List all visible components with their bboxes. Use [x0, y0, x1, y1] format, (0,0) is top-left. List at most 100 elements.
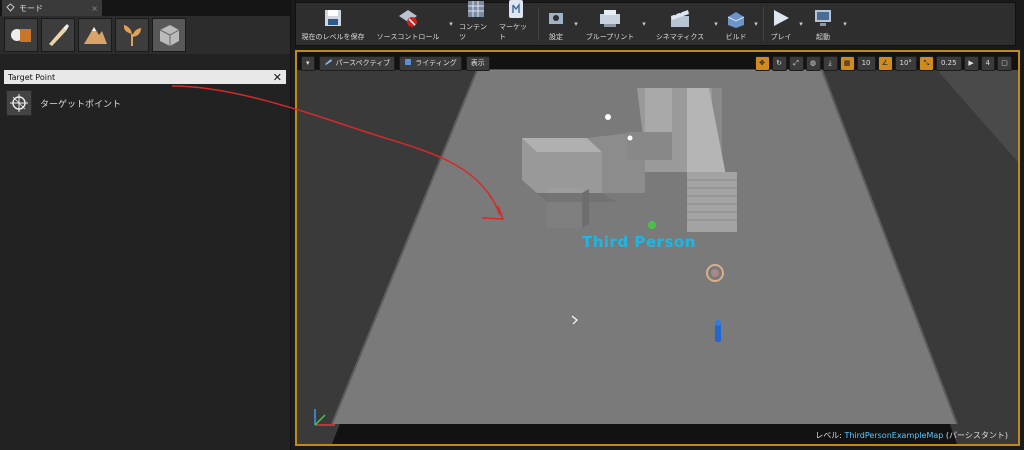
cinematics-button[interactable]: シネマティクス — [649, 3, 711, 45]
angle-icon: ∠ — [881, 59, 889, 67]
coordinate-system-button[interactable]: ◍ — [805, 55, 821, 71]
scale-snap-icon: ⤡ — [923, 58, 930, 67]
blueprint-label: ブループリント — [585, 33, 635, 41]
surface-snap-button[interactable]: ⤓ — [822, 55, 838, 71]
content-icon — [465, 0, 487, 19]
level-suffix: (パーシスタント) — [945, 431, 1008, 440]
main-toolbar: 現在のレベルを保存 ソースコントロール ▾ コンテンツ マーケット 設定 ▾ ブ… — [295, 0, 1016, 46]
grid-snap-value[interactable]: 10 — [856, 55, 876, 71]
source-control-button[interactable]: ソースコントロール — [370, 3, 446, 45]
grid-snap-toggle[interactable]: ▦ — [839, 55, 855, 71]
scale-snap-value[interactable]: 0.25 — [935, 55, 962, 71]
save-icon — [322, 7, 344, 29]
search-input[interactable]: Target Point — [8, 73, 273, 82]
modes-panel: モード × Target Point ✕ ターゲットポイント — [0, 0, 291, 450]
paint-mode-icon — [49, 24, 69, 46]
play-button[interactable]: プレイ — [766, 3, 796, 45]
list-item-label: ターゲットポイント — [40, 99, 122, 110]
source-control-label: ソースコントロール — [376, 33, 440, 41]
cinematics-dropdown[interactable]: ▾ — [711, 3, 721, 45]
viewport-right-toolbar: ✥ ↻ ⤢ ◍ ⤓ ▦ 10 ∠ 10° ⤡ 0.25 ▶ 4 ▢ — [754, 55, 1012, 71]
settings-label: 設定 — [549, 33, 563, 41]
launch-dropdown[interactable]: ▾ — [840, 3, 850, 45]
maximize-icon: ▢ — [1001, 59, 1008, 67]
scale-snap-toggle[interactable]: ⤡ — [918, 55, 934, 71]
rotation-snap-value[interactable]: 10° — [894, 55, 917, 71]
place-mode-icon — [11, 29, 31, 42]
maximize-viewport-button[interactable]: ▢ — [997, 55, 1012, 71]
camera-speed-button[interactable]: ▶ — [963, 55, 979, 71]
perspective-button[interactable]: パースペクティブ — [318, 55, 396, 71]
place-mode-button[interactable] — [4, 18, 38, 52]
modes-tab-icon — [6, 2, 15, 14]
build-icon — [725, 7, 747, 29]
scene-third-person-text: Third Person — [582, 233, 696, 251]
foliage-mode-icon — [123, 25, 141, 46]
settings-icon — [545, 7, 567, 29]
perspective-label: パースペクティブ — [335, 59, 391, 67]
marketplace-icon — [505, 0, 527, 19]
level-editor: 現在のレベルを保存 ソースコントロール ▾ コンテンツ マーケット 設定 ▾ ブ… — [293, 0, 1024, 450]
perspective-icon — [324, 58, 333, 68]
foliage-mode-button[interactable] — [115, 18, 149, 52]
build-dropdown[interactable]: ▾ — [751, 3, 761, 45]
grid-icon: ▦ — [843, 59, 851, 67]
rotation-snap-toggle[interactable]: ∠ — [877, 55, 893, 71]
rotate-icon: ↻ — [776, 59, 783, 67]
surface-snap-icon: ⤓ — [828, 58, 832, 67]
search-field[interactable]: Target Point ✕ — [4, 70, 286, 84]
modes-tab[interactable]: モード × — [2, 0, 102, 16]
move-icon: ✥ — [759, 59, 766, 67]
target-point-icon — [6, 90, 32, 116]
blueprint-dropdown[interactable]: ▾ — [639, 3, 649, 45]
geometry-mode-button[interactable] — [152, 18, 186, 52]
viewport-options-button[interactable]: ▾ — [301, 55, 315, 71]
build-button[interactable]: ビルド — [721, 3, 751, 45]
modes-tab-strip: モード × — [0, 0, 290, 16]
rotate-tool-button[interactable]: ↻ — [771, 55, 787, 71]
launch-button[interactable]: 起動 — [806, 3, 840, 45]
save-level-button[interactable]: 現在のレベルを保存 — [296, 3, 370, 45]
scale-tool-button[interactable]: ⤢ — [788, 55, 804, 71]
camera-speed-value[interactable]: 4 — [980, 55, 995, 71]
toolbar-separator — [538, 7, 539, 41]
marketplace-button[interactable]: マーケット — [496, 0, 536, 45]
show-button[interactable]: 表示 — [465, 55, 490, 71]
scale-icon: ⤢ — [793, 58, 799, 67]
cinematics-icon — [669, 7, 691, 29]
list-item[interactable]: ターゲットポイント — [6, 90, 290, 116]
modes-tab-close-button[interactable]: × — [91, 4, 98, 13]
landscape-mode-icon — [84, 27, 107, 44]
marketplace-label: マーケット — [499, 23, 527, 41]
launch-label: 起動 — [816, 33, 830, 41]
chevron-down-icon: ▾ — [306, 59, 310, 67]
source-control-dropdown[interactable]: ▾ — [446, 3, 456, 45]
settings-button[interactable]: 設定 — [541, 3, 571, 45]
blueprint-button[interactable]: ブループリント — [581, 3, 639, 45]
lighting-button[interactable]: ライティング — [399, 55, 462, 71]
search-clear-button[interactable]: ✕ — [273, 71, 282, 84]
launch-icon — [812, 7, 834, 29]
source-control-icon — [397, 7, 419, 29]
lit-cube-icon — [404, 58, 412, 68]
play-label: プレイ — [770, 33, 792, 41]
mode-buttons-row — [0, 16, 290, 54]
content-button[interactable]: コンテンツ — [456, 0, 496, 45]
settings-dropdown[interactable]: ▾ — [571, 3, 581, 45]
camera-icon: ▶ — [968, 59, 974, 67]
paint-mode-button[interactable] — [41, 18, 75, 52]
cinematics-label: シネマティクス — [655, 33, 705, 41]
viewport-left-toolbar: ▾ パースペクティブ ライティング 表示 — [301, 55, 490, 71]
geometry-mode-icon — [159, 25, 180, 46]
play-dropdown[interactable]: ▾ — [796, 3, 806, 45]
toolbar-separator — [763, 7, 764, 41]
level-prefix: レベル: — [815, 431, 842, 440]
level-name-indicator: レベル: ThirdPersonExampleMap (パーシスタント) — [815, 430, 1008, 441]
blueprint-icon — [599, 7, 621, 29]
play-icon — [770, 7, 792, 29]
modes-tab-label: モード — [19, 3, 43, 13]
translate-tool-button[interactable]: ✥ — [754, 55, 770, 71]
globe-icon: ◍ — [810, 59, 817, 67]
level-viewport[interactable]: Third Person ▾ パースペクティブ ライティング 表示 ✥ ↻ ⤢ … — [295, 50, 1020, 446]
landscape-mode-button[interactable] — [78, 18, 112, 52]
